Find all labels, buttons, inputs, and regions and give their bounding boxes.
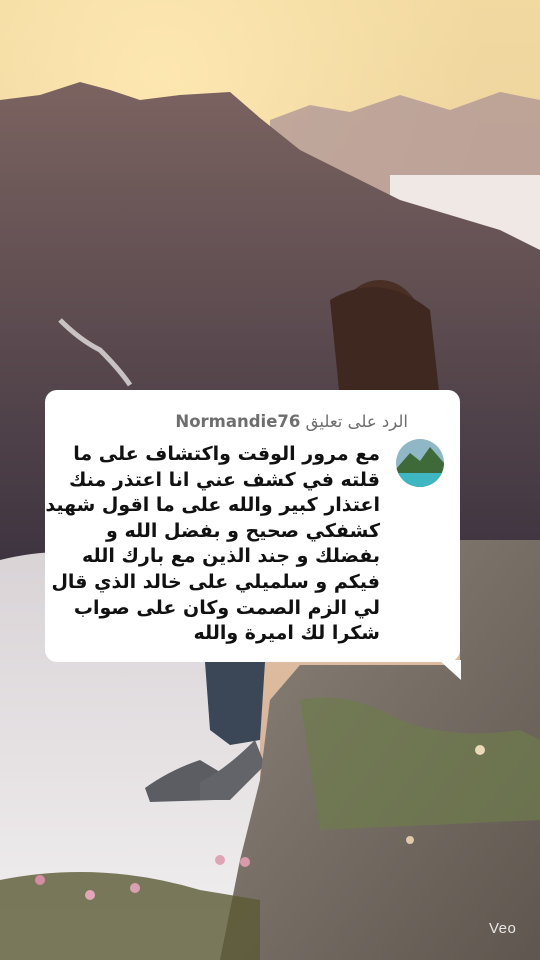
comment-reply-card[interactable]: الرد على تعليق Normandie76 مع مرور الوقت…	[45, 390, 461, 680]
reply-prefix: الرد على تعليق	[305, 412, 408, 431]
landscape-avatar-icon	[396, 439, 444, 487]
card-tail	[439, 660, 461, 680]
reply-username: Normandie76	[175, 412, 301, 431]
veo-watermark: Veo	[489, 920, 517, 937]
reply-header: الرد على تعليق Normandie76	[175, 412, 408, 431]
comment-text: مع مرور الوقت واكتشاف على ما قلته في كشف…	[45, 443, 380, 645]
